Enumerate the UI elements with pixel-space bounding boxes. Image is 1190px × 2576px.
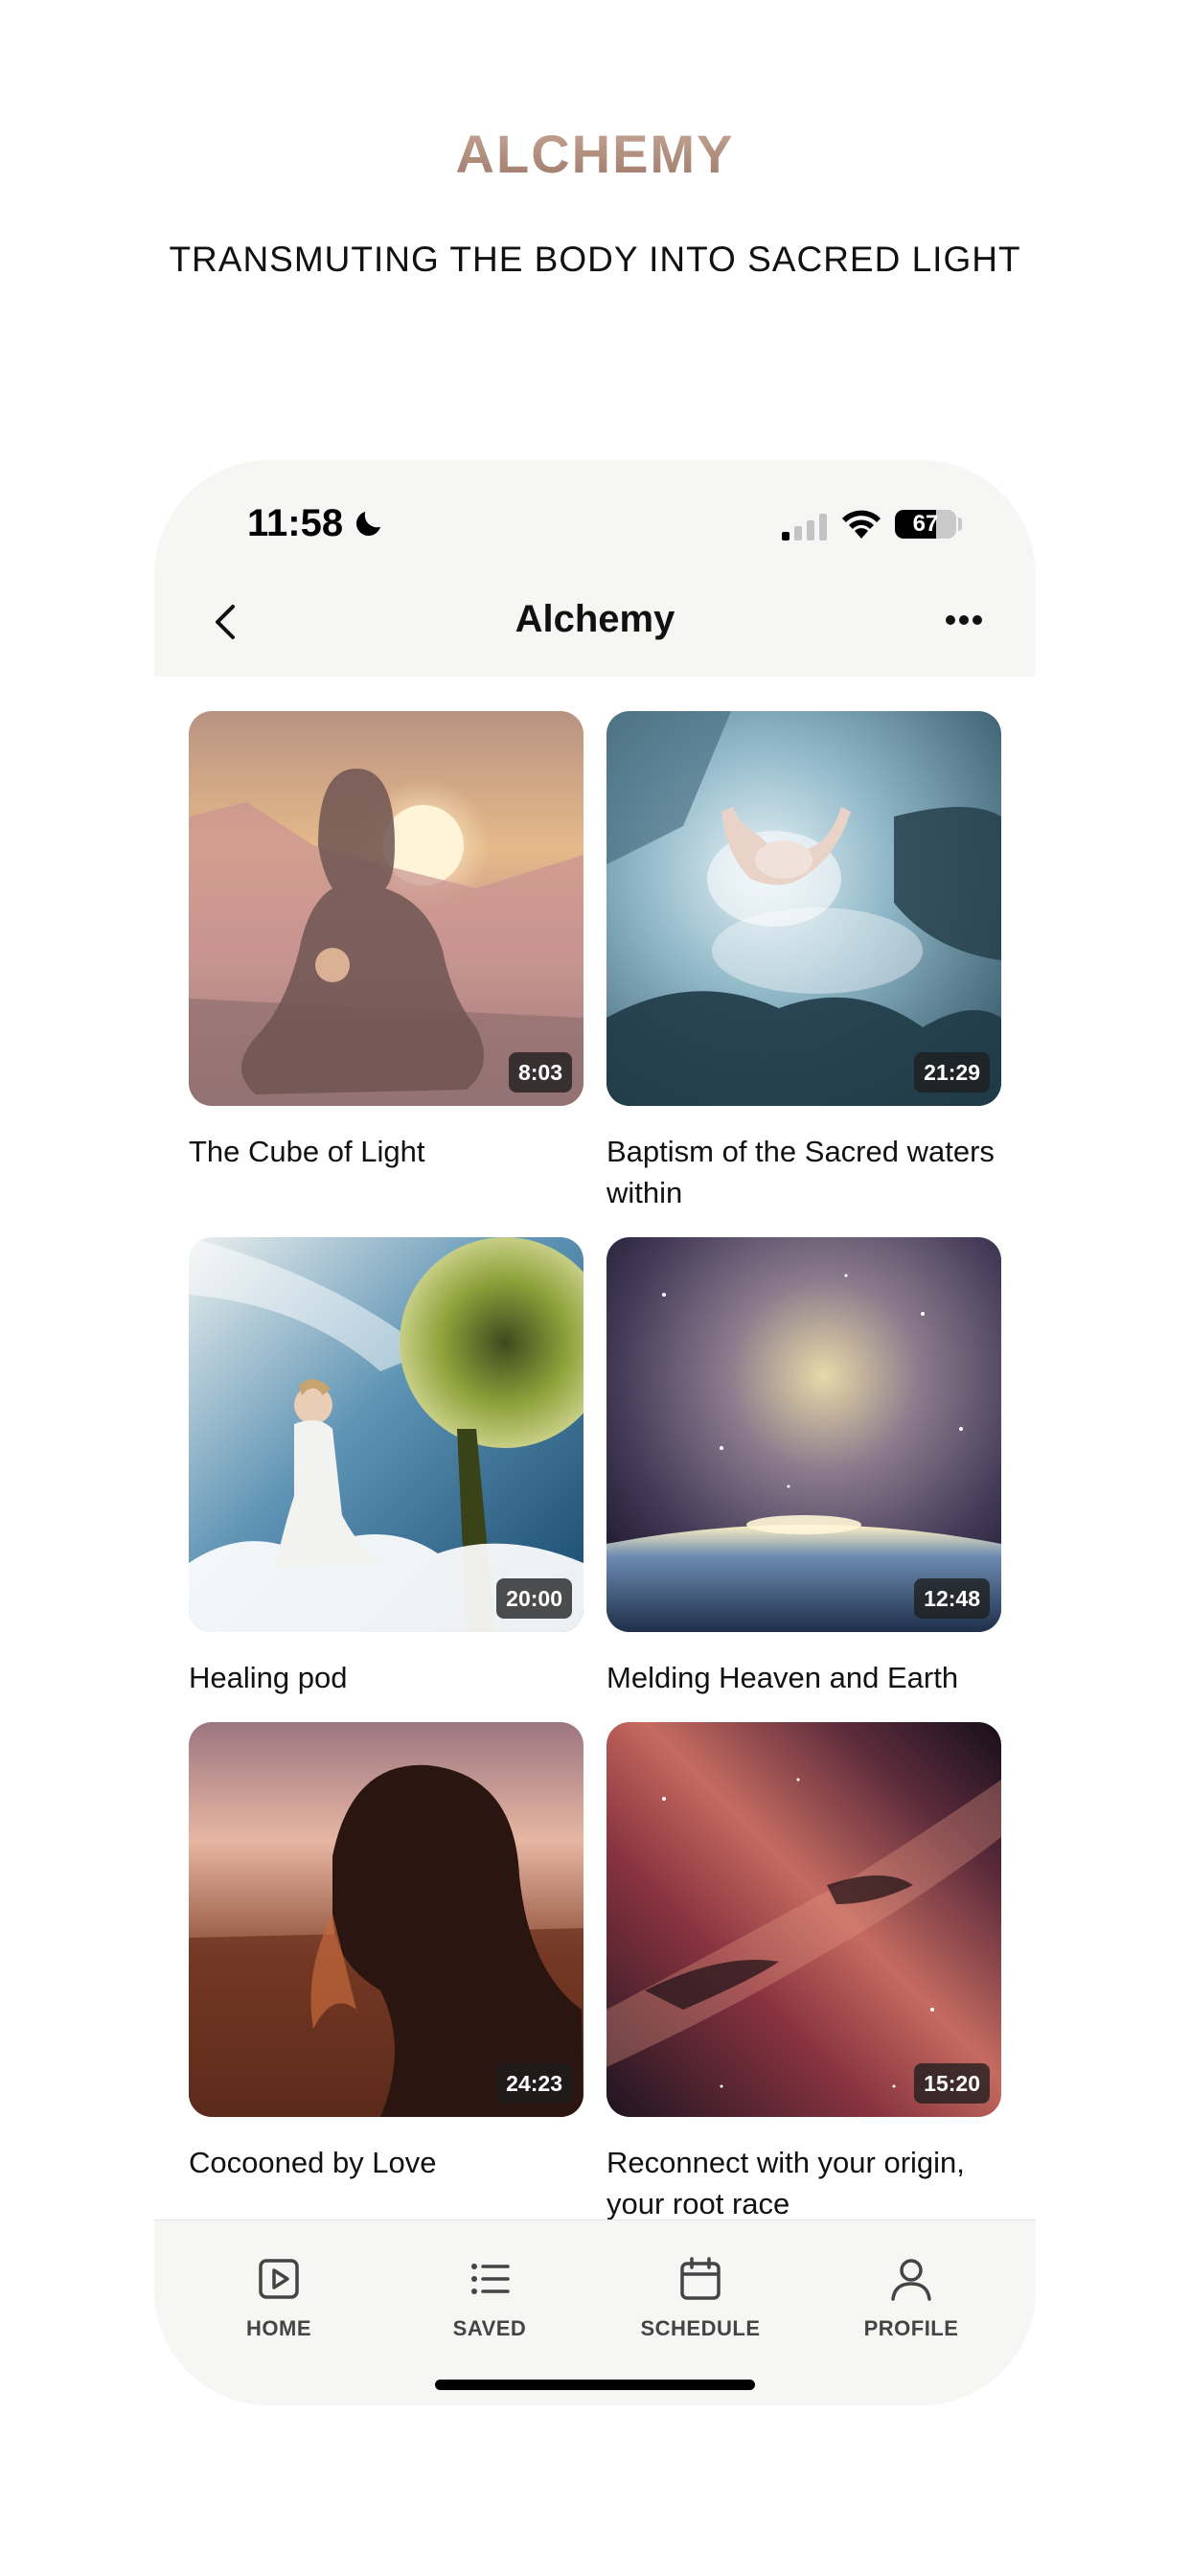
- battery-cap: [958, 518, 962, 531]
- bottom-tab-bar: HOME SAVED SCHEDULE PROFILE: [154, 2220, 1036, 2405]
- card-title[interactable]: Cocooned by Love: [189, 2142, 584, 2183]
- moon-icon: [355, 512, 380, 537]
- tab-label: SAVED: [452, 2316, 527, 2340]
- nav-bar: Alchemy: [154, 585, 1036, 677]
- tab-saved[interactable]: SAVED: [394, 2255, 585, 2370]
- meditation-thumbnail-image: [189, 1237, 584, 1632]
- more-horizontal-icon: [946, 615, 982, 625]
- card-thumbnail[interactable]: 21:29: [606, 711, 1001, 1106]
- card-title[interactable]: The Cube of Light: [189, 1131, 584, 1172]
- tab-profile[interactable]: PROFILE: [815, 2255, 1007, 2370]
- meditation-card[interactable]: 12:48 Melding Heaven and Earth: [606, 1237, 1001, 1698]
- wifi-icon: [842, 510, 881, 539]
- more-button[interactable]: [938, 594, 990, 646]
- status-time: 11:58: [247, 502, 344, 544]
- meditation-card[interactable]: 8:03 The Cube of Light: [189, 711, 584, 1172]
- tab-home[interactable]: HOME: [183, 2255, 375, 2370]
- card-thumbnail[interactable]: 12:48: [606, 1237, 1001, 1632]
- play-square-icon: [259, 2259, 299, 2299]
- calendar-icon: [680, 2257, 721, 2300]
- duration-badge: 24:23: [496, 2063, 572, 2104]
- card-thumbnail[interactable]: 15:20: [606, 1722, 1001, 2117]
- card-thumbnail[interactable]: 24:23: [189, 1722, 584, 2117]
- meditation-thumbnail-image: [189, 1722, 584, 2117]
- back-button[interactable]: [200, 596, 252, 648]
- tab-label: HOME: [246, 2316, 311, 2340]
- card-title[interactable]: Reconnect with your origin, your root ra…: [606, 2142, 1001, 2220]
- meditation-thumbnail-image: [189, 711, 584, 1106]
- tab-schedule[interactable]: SCHEDULE: [605, 2255, 796, 2370]
- battery-icon: 67: [895, 510, 956, 539]
- chevron-left-icon: [216, 605, 235, 639]
- duration-badge: 15:20: [914, 2063, 990, 2104]
- card-title[interactable]: Baptism of the Sacred waters within: [606, 1131, 1001, 1213]
- duration-badge: 12:48: [914, 1578, 990, 1619]
- content-scroll-area[interactable]: 8:03 The Cube of Light 21:29 Baptism of …: [154, 677, 1036, 2220]
- meditation-card[interactable]: 20:00 Healing pod: [189, 1237, 584, 1698]
- tab-label: PROFILE: [863, 2316, 959, 2340]
- meditation-thumbnail-image: [606, 711, 1001, 1106]
- duration-badge: 20:00: [496, 1578, 572, 1619]
- meditation-card[interactable]: 21:29 Baptism of the Sacred waters withi…: [606, 711, 1001, 1213]
- duration-badge: 21:29: [914, 1052, 990, 1092]
- duration-badge: 8:03: [508, 1052, 572, 1092]
- card-title[interactable]: Healing pod: [189, 1657, 584, 1698]
- card-thumbnail[interactable]: 20:00: [189, 1237, 584, 1632]
- meditation-thumbnail-image: [606, 1722, 1001, 2117]
- meditation-card[interactable]: 15:20 Reconnect with your origin, your r…: [606, 1722, 1001, 2220]
- battery-level: 67: [912, 511, 939, 537]
- user-icon: [891, 2259, 931, 2301]
- brand-title: ALCHEMY: [0, 123, 1190, 185]
- home-indicator[interactable]: [435, 2380, 755, 2390]
- status-bar: 11:58 67: [154, 460, 1036, 585]
- card-thumbnail[interactable]: 8:03: [189, 711, 584, 1106]
- phone-frame: 11:58 67 Alchemy 8:03 The Cube of Light …: [154, 460, 1036, 2405]
- tab-label: SCHEDULE: [640, 2316, 761, 2340]
- page-title: Alchemy: [515, 598, 675, 640]
- tagline: TRANSMUTING THE BODY INTO SACRED LIGHT: [169, 240, 1021, 279]
- list-icon: [471, 2264, 510, 2294]
- meditation-thumbnail-image: [606, 1237, 1001, 1632]
- card-title[interactable]: Melding Heaven and Earth: [606, 1657, 1001, 1698]
- meditation-card[interactable]: 24:23 Cocooned by Love: [189, 1722, 584, 2183]
- signal-icon: [782, 514, 827, 540]
